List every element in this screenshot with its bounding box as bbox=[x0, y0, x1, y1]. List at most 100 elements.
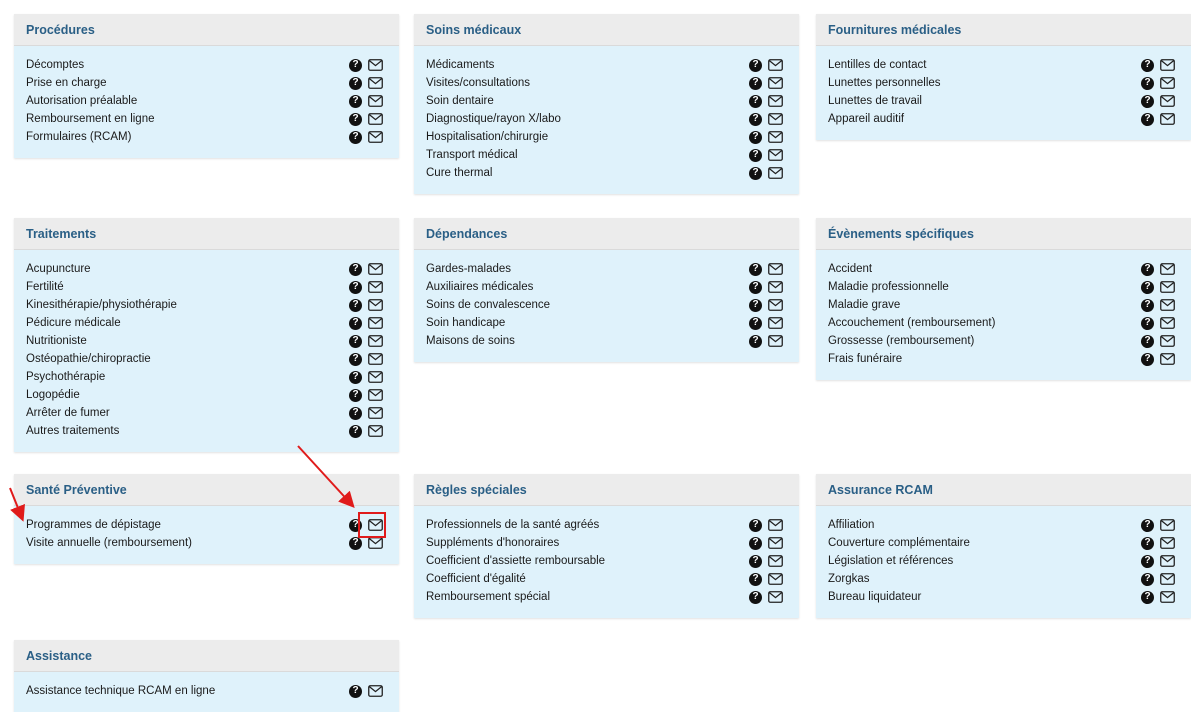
envelope-icon[interactable] bbox=[768, 299, 783, 311]
question-circle-icon[interactable]: ? bbox=[1141, 352, 1154, 366]
list-item[interactable]: Transport médical? bbox=[426, 146, 787, 164]
envelope-icon[interactable] bbox=[368, 389, 383, 401]
list-item-label[interactable]: Professionnels de la santé agréés bbox=[426, 519, 749, 531]
question-circle-icon[interactable]: ? bbox=[749, 334, 762, 348]
envelope-icon[interactable] bbox=[768, 167, 783, 179]
list-item[interactable]: Lunettes personnelles? bbox=[828, 74, 1179, 92]
list-item[interactable]: Médicaments? bbox=[426, 56, 787, 74]
question-circle-icon[interactable]: ? bbox=[349, 262, 362, 276]
list-item-label[interactable]: Frais funéraire bbox=[828, 353, 1141, 365]
list-item[interactable]: Suppléments d'honoraires? bbox=[426, 534, 787, 552]
envelope-icon[interactable] bbox=[1160, 299, 1175, 311]
question-circle-icon[interactable]: ? bbox=[1141, 94, 1154, 108]
envelope-icon[interactable] bbox=[1160, 353, 1175, 365]
list-item[interactable]: Auxiliaires médicales? bbox=[426, 278, 787, 296]
list-item[interactable]: Soin dentaire? bbox=[426, 92, 787, 110]
envelope-icon[interactable] bbox=[768, 281, 783, 293]
list-item-label[interactable]: Remboursement en ligne bbox=[26, 113, 349, 125]
list-item-label[interactable]: Prise en charge bbox=[26, 77, 349, 89]
list-item[interactable]: Appareil auditif? bbox=[828, 110, 1179, 128]
list-item-label[interactable]: Zorgkas bbox=[828, 573, 1141, 585]
list-item[interactable]: Maisons de soins? bbox=[426, 332, 787, 350]
list-item[interactable]: Coefficient d'égalité? bbox=[426, 570, 787, 588]
list-item-label[interactable]: Soins de convalescence bbox=[426, 299, 749, 311]
envelope-icon[interactable] bbox=[1160, 537, 1175, 549]
list-item-label[interactable]: Accident bbox=[828, 263, 1141, 275]
envelope-icon[interactable] bbox=[768, 59, 783, 71]
envelope-icon[interactable] bbox=[368, 407, 383, 419]
question-circle-icon[interactable]: ? bbox=[749, 572, 762, 586]
list-item[interactable]: Zorgkas? bbox=[828, 570, 1179, 588]
envelope-icon[interactable] bbox=[1160, 317, 1175, 329]
envelope-icon[interactable] bbox=[368, 113, 383, 125]
envelope-icon[interactable] bbox=[368, 353, 383, 365]
list-item-label[interactable]: Affiliation bbox=[828, 519, 1141, 531]
question-circle-icon[interactable]: ? bbox=[749, 148, 762, 162]
list-item-label[interactable]: Gardes-malades bbox=[426, 263, 749, 275]
question-circle-icon[interactable]: ? bbox=[349, 298, 362, 312]
envelope-icon[interactable] bbox=[1160, 77, 1175, 89]
question-circle-icon[interactable]: ? bbox=[349, 424, 362, 438]
question-circle-icon[interactable]: ? bbox=[749, 536, 762, 550]
list-item-label[interactable]: Appareil auditif bbox=[828, 113, 1141, 125]
envelope-icon[interactable] bbox=[368, 263, 383, 275]
question-circle-icon[interactable]: ? bbox=[349, 406, 362, 420]
list-item-label[interactable]: Programmes de dépistage bbox=[26, 519, 349, 531]
question-circle-icon[interactable]: ? bbox=[749, 590, 762, 604]
list-item[interactable]: Remboursement spécial? bbox=[426, 588, 787, 606]
question-circle-icon[interactable]: ? bbox=[1141, 112, 1154, 126]
question-circle-icon[interactable]: ? bbox=[749, 554, 762, 568]
envelope-icon[interactable] bbox=[768, 317, 783, 329]
envelope-icon[interactable] bbox=[768, 131, 783, 143]
list-item-label[interactable]: Kinesithérapie/physiothérapie bbox=[26, 299, 349, 311]
list-item-label[interactable]: Lunettes personnelles bbox=[828, 77, 1141, 89]
list-item[interactable]: Ostéopathie/chiropractie? bbox=[26, 350, 387, 368]
list-item-label[interactable]: Maladie professionnelle bbox=[828, 281, 1141, 293]
list-item[interactable]: Professionnels de la santé agréés? bbox=[426, 516, 787, 534]
list-item[interactable]: Législation et références? bbox=[828, 552, 1179, 570]
list-item[interactable]: Maladie professionnelle? bbox=[828, 278, 1179, 296]
list-item-label[interactable]: Grossesse (remboursement) bbox=[828, 335, 1141, 347]
envelope-icon[interactable] bbox=[768, 537, 783, 549]
list-item[interactable]: Programmes de dépistage? bbox=[26, 516, 387, 534]
question-circle-icon[interactable]: ? bbox=[349, 94, 362, 108]
list-item-label[interactable]: Autorisation préalable bbox=[26, 95, 349, 107]
list-item-label[interactable]: Ostéopathie/chiropractie bbox=[26, 353, 349, 365]
envelope-icon[interactable] bbox=[768, 335, 783, 347]
list-item-label[interactable]: Pédicure médicale bbox=[26, 317, 349, 329]
list-item[interactable]: Lentilles de contact? bbox=[828, 56, 1179, 74]
question-circle-icon[interactable]: ? bbox=[1141, 536, 1154, 550]
question-circle-icon[interactable]: ? bbox=[749, 298, 762, 312]
question-circle-icon[interactable]: ? bbox=[349, 352, 362, 366]
list-item[interactable]: Diagnostique/rayon X/labo? bbox=[426, 110, 787, 128]
question-circle-icon[interactable]: ? bbox=[1141, 590, 1154, 604]
envelope-icon[interactable] bbox=[368, 131, 383, 143]
question-circle-icon[interactable]: ? bbox=[349, 316, 362, 330]
list-item-label[interactable]: Soin handicape bbox=[426, 317, 749, 329]
list-item[interactable]: Affiliation? bbox=[828, 516, 1179, 534]
list-item[interactable]: Accident? bbox=[828, 260, 1179, 278]
envelope-icon[interactable] bbox=[768, 263, 783, 275]
list-item[interactable]: Coefficient d'assiette remboursable? bbox=[426, 552, 787, 570]
question-circle-icon[interactable]: ? bbox=[1141, 262, 1154, 276]
list-item-label[interactable]: Arrêter de fumer bbox=[26, 407, 349, 419]
list-item-label[interactable]: Psychothérapie bbox=[26, 371, 349, 383]
question-circle-icon[interactable]: ? bbox=[749, 166, 762, 180]
list-item-label[interactable]: Assistance technique RCAM en ligne bbox=[26, 685, 349, 697]
list-item-label[interactable]: Autres traitements bbox=[26, 425, 349, 437]
list-item-label[interactable]: Médicaments bbox=[426, 59, 749, 71]
list-item-label[interactable]: Couverture complémentaire bbox=[828, 537, 1141, 549]
question-circle-icon[interactable]: ? bbox=[749, 76, 762, 90]
question-circle-icon[interactable]: ? bbox=[749, 58, 762, 72]
list-item-label[interactable]: Nutritioniste bbox=[26, 335, 349, 347]
envelope-icon[interactable] bbox=[768, 519, 783, 531]
list-item[interactable]: Accouchement (remboursement)? bbox=[828, 314, 1179, 332]
envelope-icon[interactable] bbox=[768, 95, 783, 107]
list-item-label[interactable]: Bureau liquidateur bbox=[828, 591, 1141, 603]
question-circle-icon[interactable]: ? bbox=[1141, 334, 1154, 348]
question-circle-icon[interactable]: ? bbox=[1141, 554, 1154, 568]
envelope-icon[interactable] bbox=[368, 317, 383, 329]
list-item[interactable]: Cure thermal? bbox=[426, 164, 787, 182]
list-item-label[interactable]: Accouchement (remboursement) bbox=[828, 317, 1141, 329]
list-item[interactable]: Formulaires (RCAM)? bbox=[26, 128, 387, 146]
